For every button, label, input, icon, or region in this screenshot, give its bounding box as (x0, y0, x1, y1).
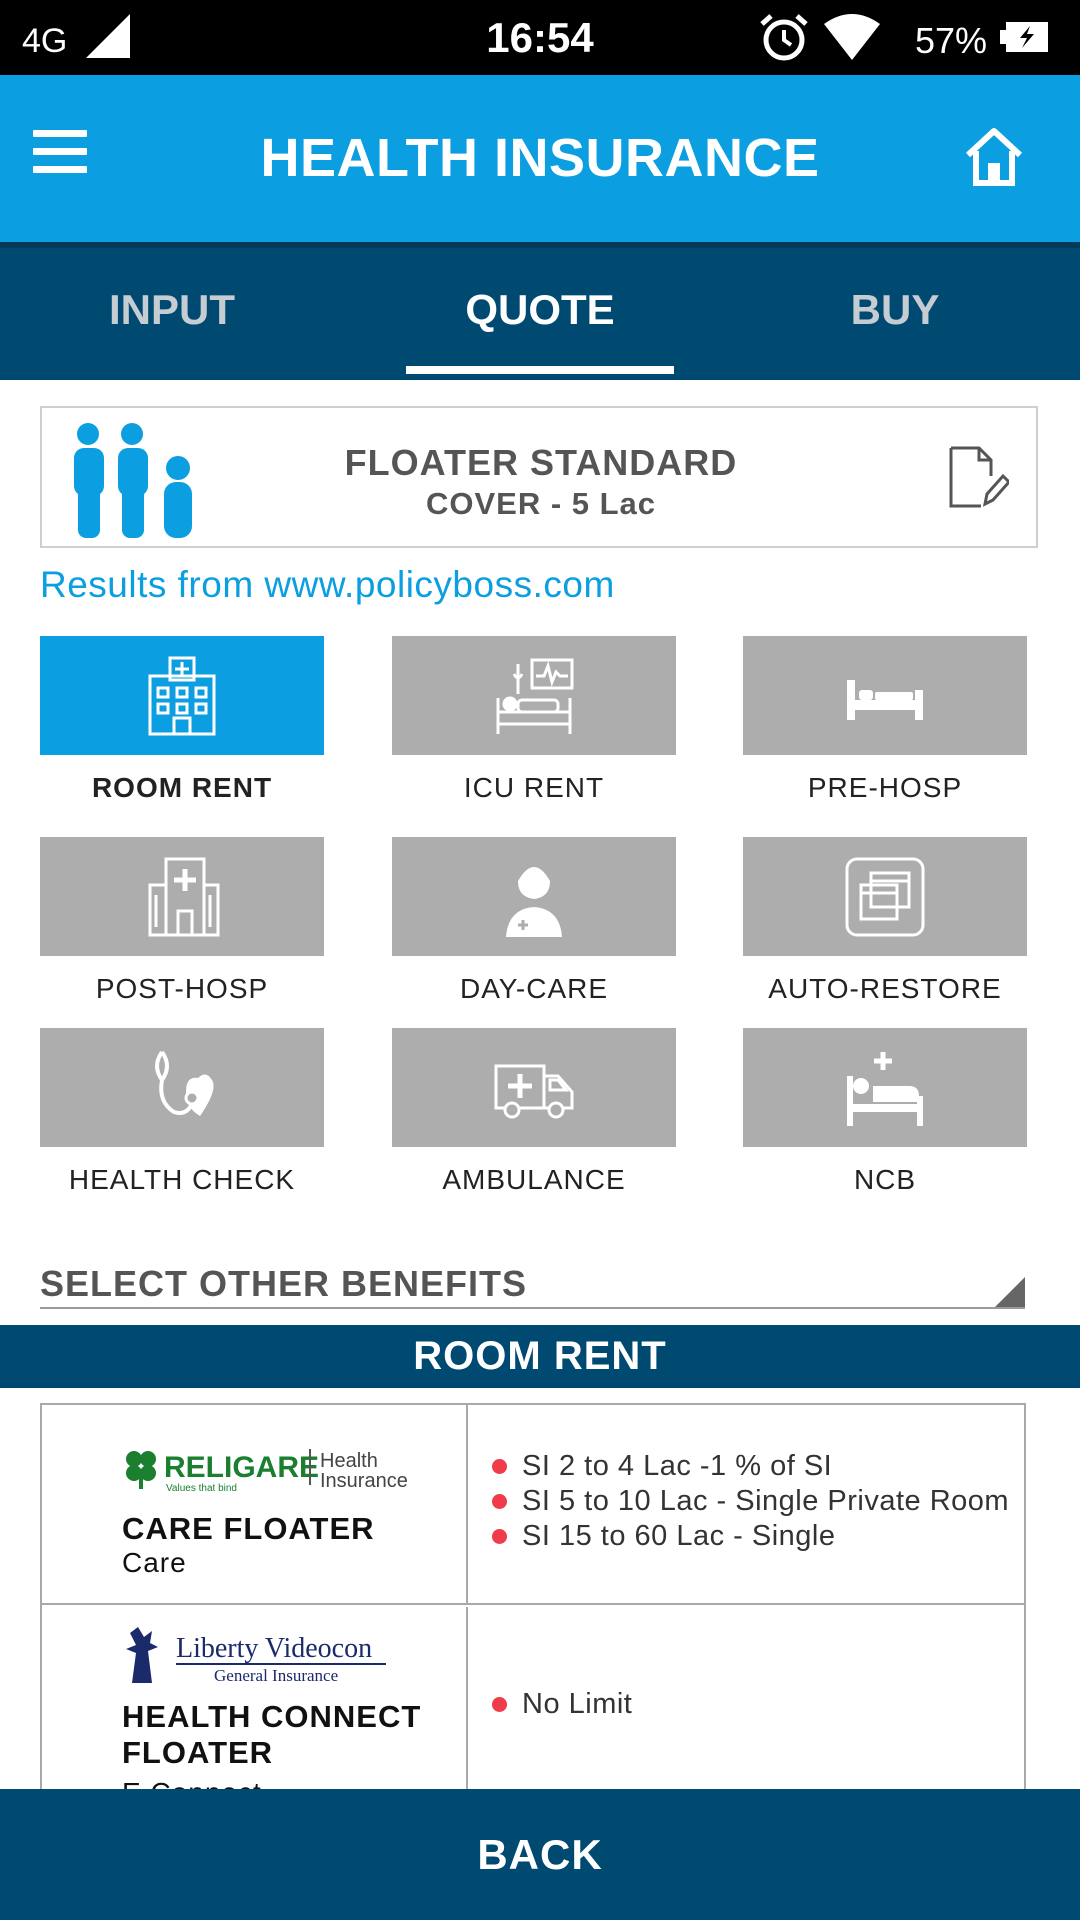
benefit-icu-rent[interactable]: ICU RENT (392, 636, 676, 804)
section-title: ROOM RENT (0, 1325, 1080, 1388)
clinic-icon (148, 857, 220, 936)
dropdown-arrow-icon (995, 1277, 1025, 1307)
svg-text:Insurance: Insurance (320, 1470, 408, 1492)
benefit-tile[interactable] (743, 1028, 1027, 1147)
benefit-tile[interactable] (40, 1028, 324, 1147)
benefit-label: DAY-CARE (459, 973, 609, 1004)
benefit-label: NCB (853, 1164, 917, 1195)
bullet-icon (492, 1494, 507, 1509)
restore-window-icon (845, 857, 925, 936)
benefit-label: AMBULANCE (442, 1164, 626, 1195)
plan-summary: FLOATER STANDARD COVER - 5 Lac (40, 406, 1038, 548)
product-name: HEALTH CONNECT FLOATER (122, 1699, 422, 1770)
patient-bed-icon (847, 1051, 923, 1126)
benefit-tile[interactable] (40, 636, 324, 755)
benefit-tile[interactable] (392, 636, 676, 755)
stethoscope-heart-icon (155, 1050, 214, 1116)
product-subtitle: Care (122, 1547, 187, 1578)
benefit-label: AUTO-RESTORE (768, 973, 1002, 1004)
benefit-label: PRE-HOSP (807, 772, 963, 803)
benefit-pre-hosp[interactable]: PRE-HOSP (743, 636, 1027, 804)
benefit-room-rent[interactable]: ROOM RENT (40, 636, 324, 804)
detail-list: No Limit (492, 1687, 632, 1722)
plan-name: FLOATER STANDARD (344, 442, 738, 483)
product-subtitle: E Connect (122, 1777, 262, 1789)
detail-item: No Limit (492, 1687, 632, 1722)
home-icon[interactable] (962, 125, 1026, 187)
benefit-auto-restore[interactable]: AUTO-RESTORE (743, 837, 1027, 1005)
detail-item: SI 15 to 60 Lac - Single (492, 1519, 1009, 1554)
svg-text:General Insurance: General Insurance (214, 1666, 338, 1685)
icu-bed-icon (496, 658, 574, 734)
benefit-ambulance[interactable]: AMBULANCE (392, 1028, 676, 1196)
alarm-icon (760, 14, 808, 61)
bullet-icon (492, 1459, 507, 1474)
edit-icon[interactable] (947, 444, 1009, 512)
results-source[interactable]: Results from www.policyboss.com (40, 564, 615, 606)
details-cell: SI 2 to 4 Lac -1 % of SI SI 5 to 10 Lac … (470, 1405, 1024, 1603)
insurer-cell: Liberty Videocon General Insurance HEALT… (42, 1607, 468, 1789)
battery-percent: 57% (915, 20, 988, 61)
benefit-label: HEALTH CHECK (68, 1164, 296, 1195)
benefit-label: ROOM RENT (91, 772, 273, 803)
bullet-icon (492, 1529, 507, 1544)
liberty-videocon-logo: Liberty Videocon General Insurance (126, 1627, 386, 1685)
table-row[interactable]: RELIGARE Values that bind Health Insuran… (42, 1405, 1024, 1605)
tab-input[interactable]: INPUT (0, 248, 344, 380)
other-benefits-label: SELECT OTHER BENEFITS (40, 1263, 528, 1304)
svg-text:Liberty Videocon: Liberty Videocon (176, 1633, 372, 1664)
active-tab-indicator (406, 366, 674, 374)
benefit-post-hosp[interactable]: POST-HOSP (40, 837, 324, 1005)
benefit-health-check[interactable]: HEALTH CHECK (40, 1028, 324, 1196)
benefit-ncb[interactable]: NCB (743, 1028, 1027, 1196)
tab-bar: INPUT QUOTE BUY (0, 242, 1080, 380)
nurse-icon (506, 866, 562, 937)
benefit-tile[interactable] (392, 837, 676, 956)
benefit-tile[interactable] (743, 837, 1027, 956)
svg-text:RELIGARE: RELIGARE (164, 1451, 319, 1484)
benefit-day-care[interactable]: DAY-CARE (392, 837, 676, 1005)
details-cell: No Limit (470, 1607, 1024, 1789)
hospital-building-icon (148, 656, 216, 735)
benefit-label: ICU RENT (463, 772, 605, 803)
detail-item: SI 5 to 10 Lac - Single Private Room (492, 1484, 1009, 1519)
benefit-tile[interactable] (392, 1028, 676, 1147)
religare-logo: RELIGARE Values that bind Health Insuran… (126, 1449, 408, 1494)
benefit-label: POST-HOSP (95, 973, 269, 1004)
svg-text:Health: Health (320, 1450, 378, 1472)
back-button[interactable]: BACK (0, 1789, 1080, 1920)
benefit-tile[interactable] (40, 837, 324, 956)
status-bar: 4G 16:54 57% (0, 0, 1080, 75)
other-benefits-dropdown[interactable]: SELECT OTHER BENEFITS (40, 1255, 1025, 1309)
battery-charging-icon (1000, 22, 1048, 52)
bed-icon (847, 679, 923, 720)
bullet-icon (492, 1697, 507, 1712)
table-row[interactable]: Liberty Videocon General Insurance HEALT… (42, 1607, 1024, 1789)
plan-cover: COVER - 5 Lac (425, 486, 657, 521)
detail-item: SI 2 to 4 Lac -1 % of SI (492, 1449, 1009, 1484)
detail-list: SI 2 to 4 Lac -1 % of SI SI 5 to 10 Lac … (492, 1449, 1009, 1554)
wifi-icon (824, 14, 880, 60)
insurer-cell: RELIGARE Values that bind Health Insuran… (42, 1405, 468, 1603)
app-bar: HEALTH INSURANCE (0, 75, 1080, 242)
benefit-tile[interactable] (743, 636, 1027, 755)
svg-text:Values that bind: Values that bind (166, 1483, 237, 1494)
tab-buy[interactable]: BUY (740, 248, 1050, 380)
ambulance-icon (494, 1064, 574, 1118)
page-title: HEALTH INSURANCE (260, 128, 820, 188)
results-table: RELIGARE Values that bind Health Insuran… (40, 1403, 1026, 1789)
product-name: CARE FLOATER (122, 1511, 375, 1546)
tab-quote[interactable]: QUOTE (370, 248, 710, 380)
